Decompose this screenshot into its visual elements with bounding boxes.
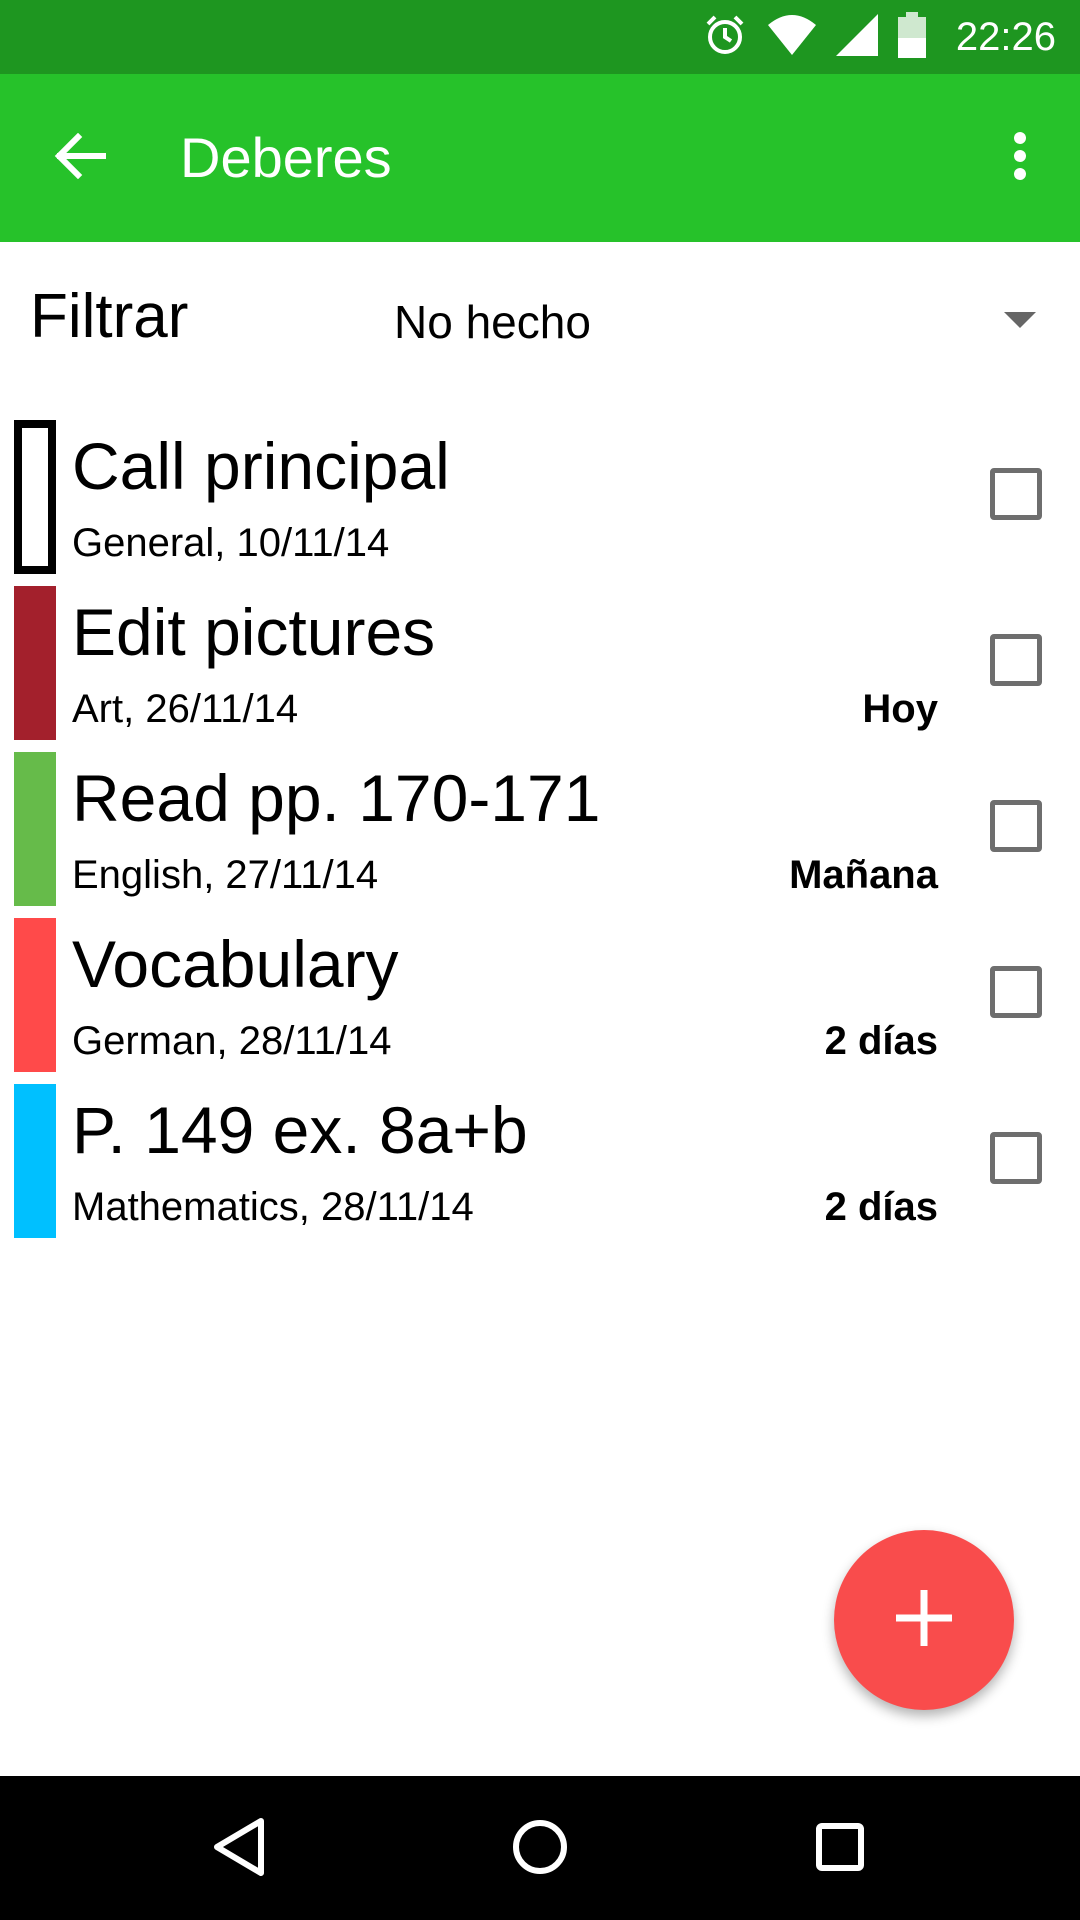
subject-color-bar bbox=[14, 586, 56, 740]
task-subject-date: Art, 26/11/14 bbox=[72, 687, 299, 731]
nav-home-button[interactable] bbox=[495, 1804, 585, 1894]
task-list: Call principal General, 10/11/14 Edit pi… bbox=[0, 416, 1080, 1246]
nav-recents-button[interactable] bbox=[795, 1804, 885, 1894]
task-subject-date: English, 27/11/14 bbox=[72, 853, 379, 897]
task-row[interactable]: Vocabulary German, 28/11/14 2 días bbox=[0, 914, 1080, 1080]
filter-selected-value: No hecho bbox=[394, 296, 591, 348]
done-checkbox[interactable] bbox=[990, 800, 1042, 852]
back-triangle-icon bbox=[211, 1817, 267, 1882]
filter-label: Filtrar bbox=[30, 282, 189, 351]
task-row[interactable]: P. 149 ex. 8a+b Mathematics, 28/11/14 2 … bbox=[0, 1080, 1080, 1246]
recents-square-icon bbox=[815, 1822, 865, 1877]
done-checkbox[interactable] bbox=[990, 966, 1042, 1018]
task-row[interactable]: Edit pictures Art, 26/11/14 Hoy bbox=[0, 582, 1080, 748]
done-checkbox[interactable] bbox=[990, 1132, 1042, 1184]
task-due-label: Mañana bbox=[789, 853, 938, 897]
dropdown-arrow-icon bbox=[1004, 312, 1036, 328]
task-row[interactable]: Call principal General, 10/11/14 bbox=[0, 416, 1080, 582]
overflow-menu-button[interactable] bbox=[990, 118, 1050, 198]
subject-color-bar bbox=[14, 420, 56, 574]
system-nav-bar bbox=[0, 1776, 1080, 1920]
page-title: Deberes bbox=[180, 126, 392, 189]
done-checkbox[interactable] bbox=[990, 468, 1042, 520]
app-bar: Deberes bbox=[0, 74, 1080, 242]
subject-color-bar bbox=[14, 918, 56, 1072]
task-due-label: 2 días bbox=[824, 1019, 938, 1063]
add-task-button[interactable] bbox=[834, 1530, 1014, 1710]
arrow-back-icon bbox=[54, 132, 107, 184]
alarm-icon bbox=[702, 12, 748, 63]
task-subject-date: General, 10/11/14 bbox=[72, 521, 390, 565]
plus-icon bbox=[894, 1588, 954, 1653]
task-title: Read pp. 170-171 bbox=[72, 761, 601, 835]
back-button[interactable] bbox=[40, 118, 120, 198]
signal-icon bbox=[835, 13, 878, 61]
task-title: P. 149 ex. 8a+b bbox=[72, 1093, 528, 1167]
battery-icon bbox=[897, 11, 926, 63]
status-icons: 22:26 bbox=[702, 0, 1056, 74]
task-title: Vocabulary bbox=[72, 927, 399, 1001]
subject-color-bar bbox=[14, 1084, 56, 1238]
filter-dropdown[interactable]: No hecho bbox=[392, 290, 1052, 354]
task-row[interactable]: Read pp. 170-171 English, 27/11/14 Mañan… bbox=[0, 748, 1080, 914]
task-subject-date: German, 28/11/14 bbox=[72, 1019, 392, 1063]
task-due-label: 2 días bbox=[824, 1185, 938, 1229]
task-title: Call principal bbox=[72, 429, 450, 503]
nav-back-button[interactable] bbox=[194, 1804, 284, 1894]
subject-color-bar bbox=[14, 752, 56, 906]
status-time: 22:26 bbox=[955, 14, 1056, 59]
done-checkbox[interactable] bbox=[990, 634, 1042, 686]
task-title: Edit pictures bbox=[72, 595, 436, 669]
home-circle-icon bbox=[512, 1819, 568, 1880]
wifi-icon bbox=[767, 14, 816, 60]
task-subject-date: Mathematics, 28/11/14 bbox=[72, 1185, 474, 1229]
task-due-label: Hoy bbox=[862, 687, 938, 731]
more-vert-icon bbox=[1013, 131, 1027, 186]
status-bar: 22:26 bbox=[0, 0, 1080, 74]
